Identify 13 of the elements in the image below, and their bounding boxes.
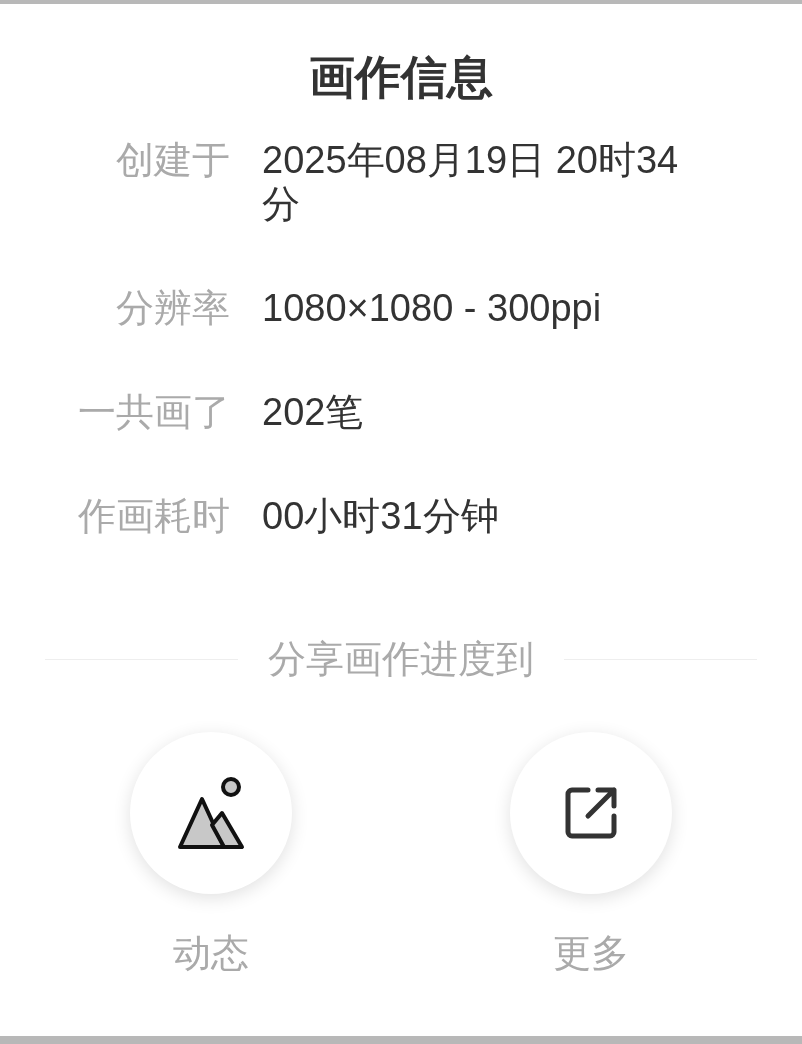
info-value: 2025年08月19日 20时34分 [262,138,680,226]
info-label: 一共画了 [77,390,230,434]
info-label: 创建于 [115,138,230,182]
dialog-title: 画作信息 [309,54,493,100]
info-value: 1080×1080 - 300ppi [262,286,603,330]
share-label: 动态 [173,934,249,972]
info-value: 00小时31分钟 [262,494,500,538]
info-value: 202笔 [262,390,365,434]
mountain-icon [176,775,246,851]
info-label: 作画耗时 [77,494,230,538]
share-label: 更多 [553,934,629,972]
info-label: 分辨率 [115,286,230,330]
share-heading: 分享画作进度到 [268,640,534,678]
